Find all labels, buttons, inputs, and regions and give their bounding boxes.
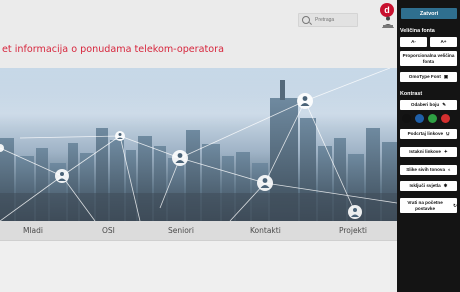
accessibility-launcher[interactable]: d [377, 3, 397, 29]
underline-links-label: Podcrtaj linkove [407, 131, 444, 136]
highlight-links-label: Istakni linkove [409, 149, 441, 154]
grayscale-icon: ◐ [448, 167, 451, 172]
content-area [0, 241, 397, 292]
omnitype-font-button[interactable]: OmoType Font ▣ [400, 72, 457, 82]
eyedropper-icon: ✎ [442, 102, 447, 107]
color-swatch-blue[interactable] [415, 114, 424, 123]
search-icon [302, 16, 310, 24]
color-swatch-red[interactable] [441, 114, 450, 123]
grayscale-images-label: Slike sivih tonova [406, 167, 446, 172]
nav-item-kontakti[interactable]: Kontakti [250, 226, 281, 235]
proportional-font-button[interactable]: Proporcionalna veličina fonta [400, 51, 457, 66]
choose-color-button[interactable]: Odaberi boju ✎ [400, 100, 457, 110]
color-swatch-black[interactable] [402, 114, 411, 123]
turn-off-lights-label: Isključi svjetla [409, 183, 441, 188]
font-icon: ▣ [443, 74, 449, 79]
reset-settings-label: Vrati na početne postavke [407, 199, 443, 211]
hero-banner [0, 68, 397, 221]
underline-icon: U̲ [446, 131, 450, 136]
person-reading-icon [382, 16, 394, 28]
contrast-label: Kontrast [400, 91, 423, 97]
accessibility-logo-icon: d [380, 3, 394, 17]
nav-item-osi[interactable]: OSI [102, 226, 115, 235]
lightbulb-icon: ✱ [443, 183, 448, 188]
turn-off-lights-button[interactable]: Isključi svjetla ✱ [400, 181, 457, 191]
main-navigation: Mladi OSI Seniori Kontakti Projekti [0, 221, 397, 241]
city-network-image [0, 68, 397, 221]
grayscale-images-button[interactable]: Slike sivih tonova ◐ [400, 165, 457, 175]
highlight-links-button[interactable]: Istakni linkove ✦ [400, 147, 457, 157]
reset-settings-button[interactable]: Vrati na početne postavke ↻ [400, 198, 457, 213]
proportional-font-label: Proporcionalna veličina fonta [402, 52, 455, 64]
page-title: et informacija o ponudama telekom-operat… [2, 44, 224, 55]
font-increase-button[interactable]: A+ [430, 37, 457, 47]
search-box[interactable] [298, 13, 358, 27]
nav-item-projekti[interactable]: Projekti [339, 226, 367, 235]
nav-item-mladi[interactable]: Mladi [23, 226, 43, 235]
top-bar: d [0, 0, 397, 44]
highlight-icon: ✦ [443, 149, 448, 154]
accessibility-panel: Zatvori Veličina fonta A- A+ Proporciona… [397, 0, 460, 292]
nav-item-seniori[interactable]: Seniori [168, 226, 194, 235]
color-swatch-green[interactable] [428, 114, 437, 123]
choose-color-label: Odaberi boju [410, 102, 440, 107]
close-panel-button[interactable]: Zatvori [401, 8, 457, 19]
search-input[interactable] [315, 17, 355, 23]
page: d et informacija o ponudama telekom-oper… [0, 0, 460, 292]
underline-links-button[interactable]: Podcrtaj linkove U̲ [400, 129, 457, 139]
omnitype-font-label: OmoType Font [408, 74, 441, 79]
font-decrease-button[interactable]: A- [400, 37, 427, 47]
reset-icon: ↻ [453, 202, 457, 208]
font-size-label: Veličina fonta [400, 28, 435, 34]
